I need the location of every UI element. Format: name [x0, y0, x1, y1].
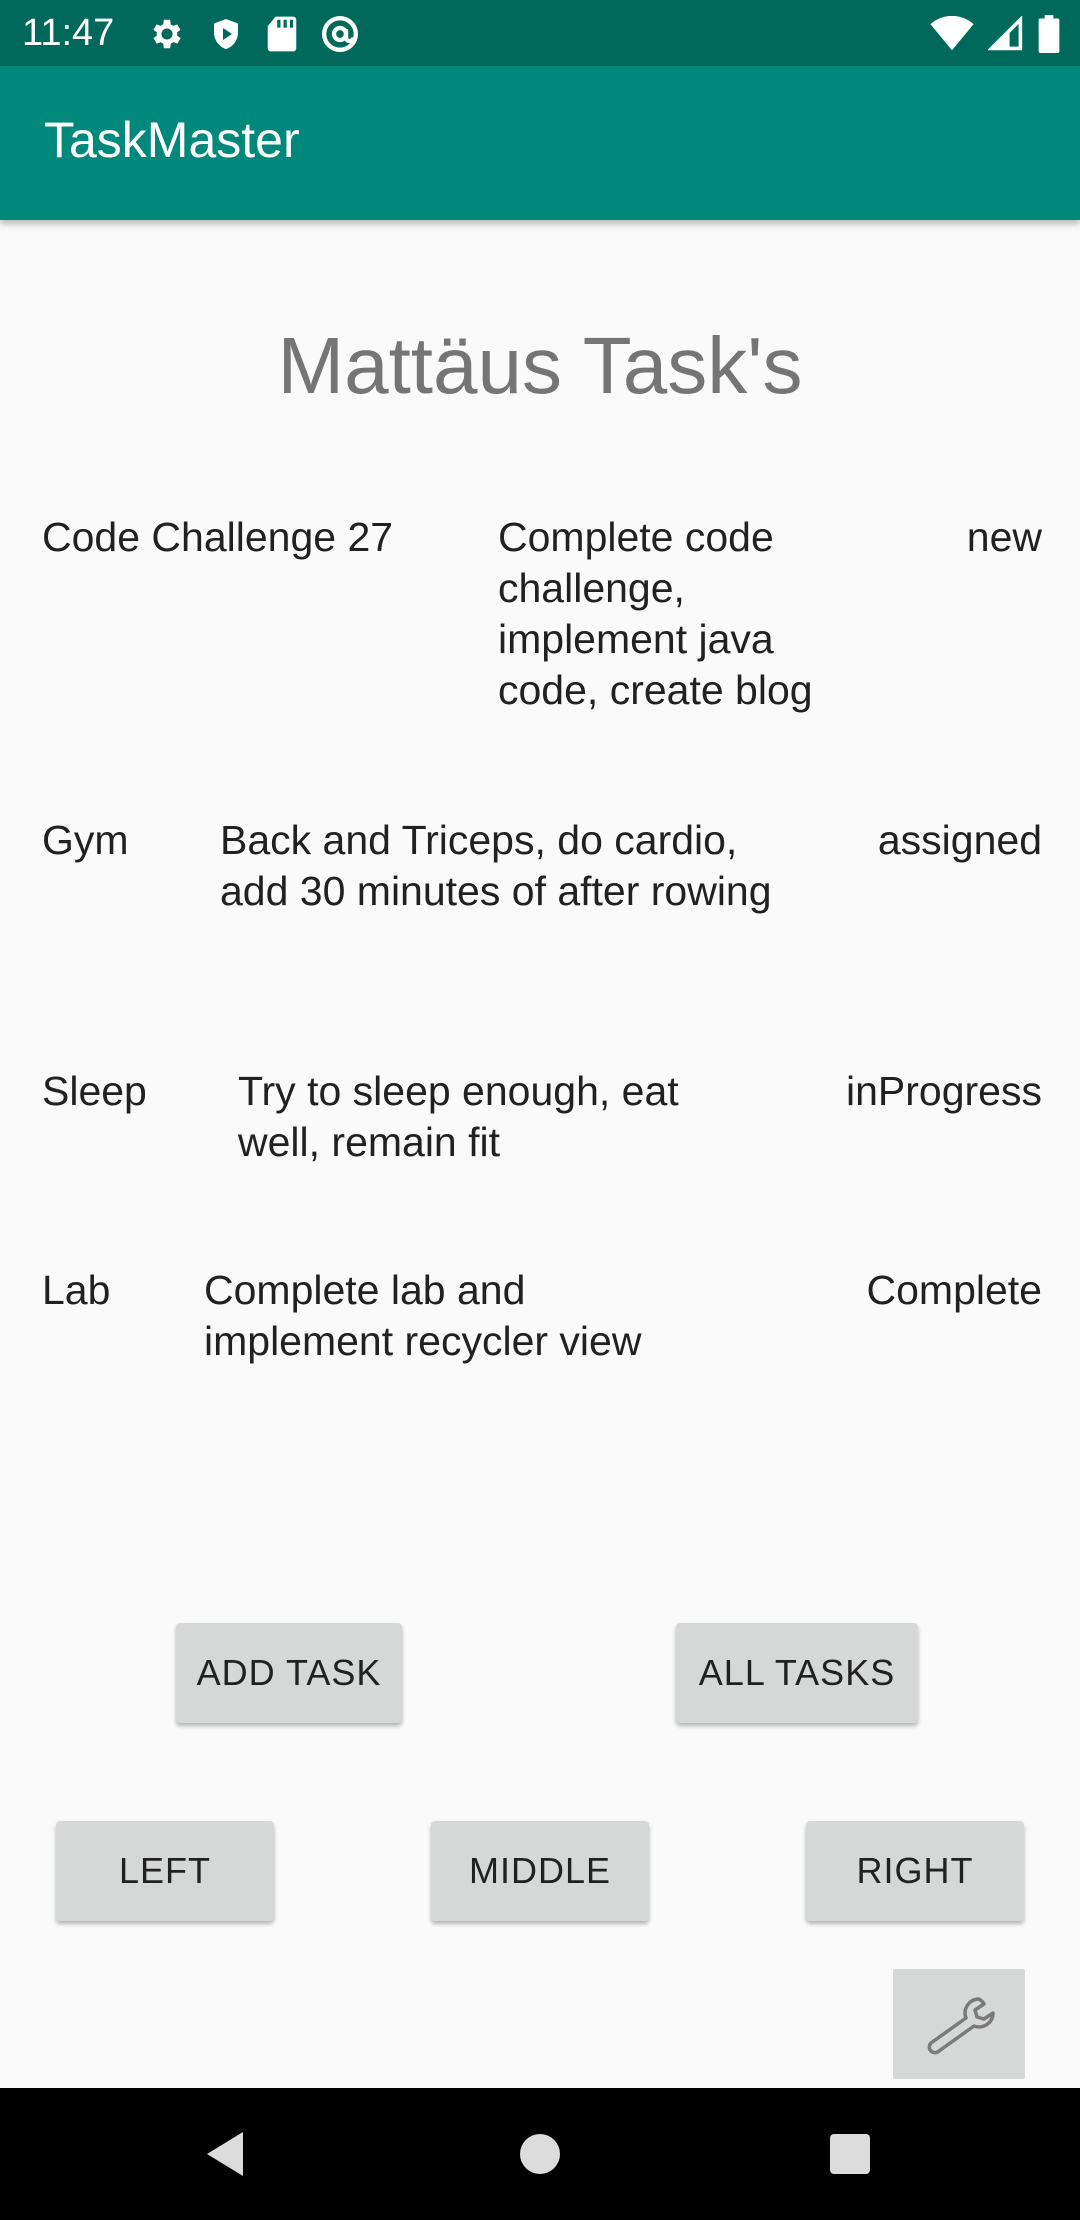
task-title: Sleep: [42, 1068, 147, 1114]
task-state: assigned: [877, 817, 1042, 863]
home-icon: [520, 2134, 560, 2174]
page-title: Mattäus Task's: [277, 321, 803, 410]
status-icons-left: [148, 12, 360, 56]
task-body: Back and Triceps, do cardio, add 30 minu…: [220, 817, 772, 914]
task-state: new: [966, 514, 1042, 560]
recents-icon: [830, 2134, 870, 2174]
left-button[interactable]: LEFT: [56, 1821, 274, 1921]
gear-icon: [153, 19, 181, 49]
status-icons-right: [930, 12, 1060, 56]
back-button[interactable]: [165, 2088, 285, 2220]
add-task-button[interactable]: ADD TASK: [176, 1623, 402, 1723]
task-row: Lab Complete lab and implement recycler …: [42, 1265, 1042, 1375]
battery-icon: [1038, 15, 1060, 53]
navigation-bar: [0, 2088, 1080, 2220]
all-tasks-button[interactable]: ALL TASKS: [676, 1623, 918, 1723]
task-body: Complete code challenge, implement java …: [498, 514, 813, 713]
status-time: 11:47: [22, 12, 115, 54]
task-title: Code Challenge 27: [42, 514, 394, 560]
cell-signal-icon: [988, 16, 1023, 51]
back-icon: [207, 2132, 243, 2176]
task-row: Sleep Try to sleep enough, eat well, rem…: [42, 1066, 1042, 1176]
task-row: Gym Back and Triceps, do cardio, add 30 …: [42, 815, 1042, 975]
task-row: Code Challenge 27 Complete code challeng…: [42, 512, 1042, 713]
task-state: Complete: [866, 1267, 1042, 1313]
at-sign-icon: [322, 16, 358, 52]
shield-icon: [214, 19, 238, 49]
app-title: TaskMaster: [44, 112, 300, 168]
task-body: Complete lab and implement recycler view: [204, 1267, 642, 1364]
right-button[interactable]: RIGHT: [806, 1821, 1024, 1921]
home-button[interactable]: [480, 2088, 600, 2220]
app-bar: TaskMaster: [0, 66, 1080, 220]
status-bar: 11:47: [0, 0, 1080, 66]
task-title: Lab: [42, 1267, 111, 1313]
task-body: Try to sleep enough, eat well, remain fi…: [238, 1068, 679, 1165]
wrench-icon: [927, 1997, 995, 2055]
task-state: inProgress: [846, 1068, 1042, 1114]
task-title: Gym: [42, 817, 129, 863]
settings-button[interactable]: [893, 1969, 1025, 2079]
wifi-icon: [930, 16, 974, 51]
sd-card-icon: [267, 16, 297, 52]
recents-button[interactable]: [790, 2088, 910, 2220]
middle-button[interactable]: MIDDLE: [431, 1821, 649, 1921]
